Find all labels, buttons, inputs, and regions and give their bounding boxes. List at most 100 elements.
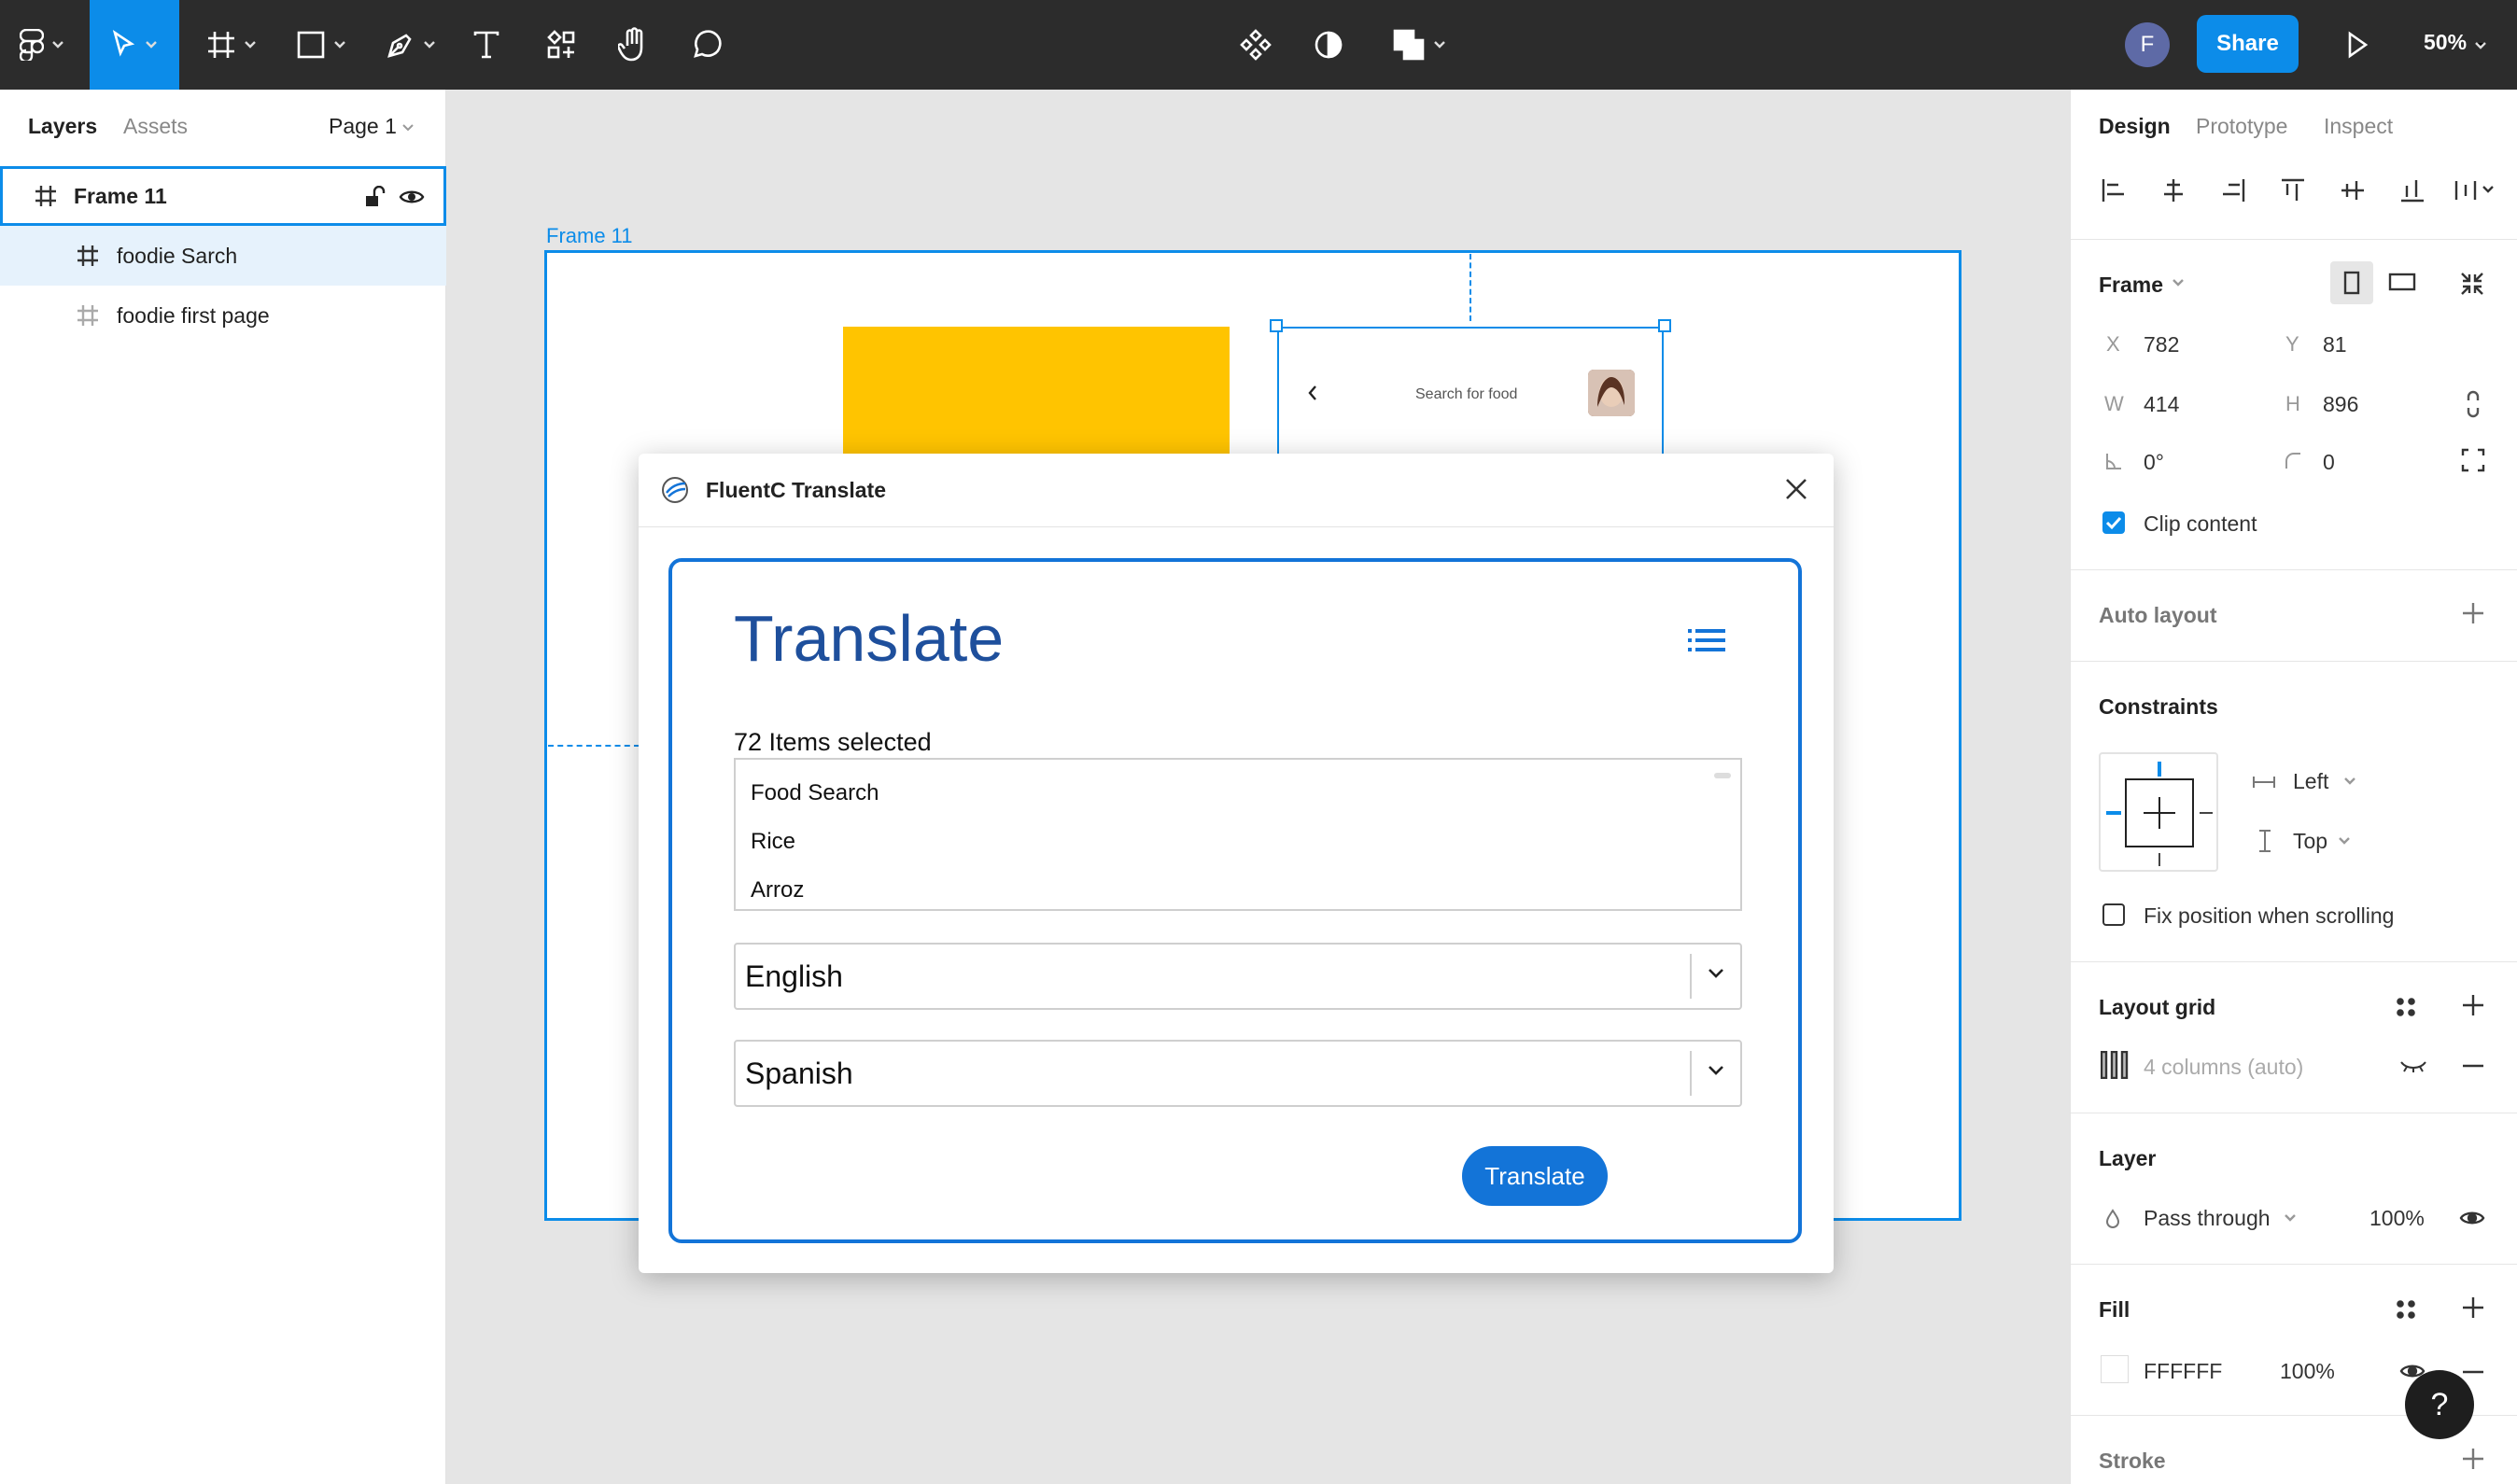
list-item[interactable]: Rice bbox=[751, 829, 795, 855]
main-menu-button[interactable] bbox=[9, 0, 75, 90]
x-input[interactable]: 782 bbox=[2144, 332, 2179, 357]
layer-opacity-input[interactable]: 100% bbox=[2369, 1206, 2425, 1231]
add-icon[interactable] bbox=[2461, 1295, 2485, 1320]
comment-tool-button[interactable] bbox=[682, 0, 732, 90]
resize-to-fit-icon[interactable] bbox=[2459, 271, 2485, 297]
user-avatar[interactable]: F bbox=[2125, 22, 2170, 67]
fill-color-swatch[interactable] bbox=[2101, 1355, 2129, 1383]
eye-icon[interactable] bbox=[399, 186, 425, 208]
add-icon[interactable] bbox=[2461, 993, 2485, 1017]
fill-opacity-input[interactable]: 100% bbox=[2280, 1359, 2335, 1384]
chevron-down-icon[interactable] bbox=[2338, 836, 2351, 846]
vertical-constraint-select[interactable]: Top bbox=[2293, 829, 2327, 854]
component-icon bbox=[1239, 28, 1273, 62]
resources-button[interactable] bbox=[536, 0, 586, 90]
tab-assets[interactable]: Assets bbox=[123, 114, 188, 139]
components-button[interactable] bbox=[1232, 0, 1279, 90]
frame-section-title[interactable]: Frame bbox=[2099, 273, 2163, 298]
align-vertical-center-icon[interactable] bbox=[2340, 177, 2366, 203]
add-icon[interactable] bbox=[2461, 601, 2485, 625]
add-icon[interactable] bbox=[2461, 1447, 2485, 1471]
rotation-input[interactable]: 0° bbox=[2144, 450, 2164, 475]
selected-items-list[interactable]: Food Search Rice Arroz bbox=[734, 758, 1742, 911]
distribute-icon[interactable] bbox=[2454, 177, 2496, 203]
shape-tool-button[interactable] bbox=[284, 0, 359, 90]
text-tool-button[interactable] bbox=[463, 0, 510, 90]
rectangle-icon bbox=[296, 30, 326, 60]
portrait-toggle[interactable] bbox=[2330, 261, 2373, 304]
align-horizontal-center-icon[interactable] bbox=[2160, 177, 2187, 203]
selection-handle[interactable] bbox=[1270, 319, 1283, 332]
clip-content-checkbox[interactable] bbox=[2102, 511, 2125, 534]
corner-radius-input[interactable]: 0 bbox=[2323, 450, 2335, 475]
move-tool-button[interactable] bbox=[90, 0, 179, 90]
present-button[interactable] bbox=[2334, 0, 2381, 90]
columns-grid-icon[interactable] bbox=[2101, 1051, 2129, 1079]
tab-layers[interactable]: Layers bbox=[28, 114, 97, 139]
help-button[interactable]: ? bbox=[2405, 1370, 2474, 1439]
layer-row-foodie-first-page[interactable]: foodie first page bbox=[0, 286, 446, 345]
grid-description[interactable]: 4 columns (auto) bbox=[2144, 1055, 2303, 1080]
landscape-icon[interactable] bbox=[2388, 273, 2416, 291]
chevron-down-icon[interactable] bbox=[401, 123, 415, 133]
grid-styles-icon[interactable] bbox=[2396, 997, 2416, 1017]
blend-mode-select[interactable]: Pass through bbox=[2144, 1206, 2271, 1231]
frame-tool-button[interactable] bbox=[194, 0, 269, 90]
fix-position-checkbox[interactable] bbox=[2102, 903, 2125, 926]
fill-styles-icon[interactable] bbox=[2396, 1299, 2416, 1320]
align-top-icon[interactable] bbox=[2280, 177, 2306, 203]
share-button[interactable]: Share bbox=[2197, 15, 2299, 73]
fluentc-plugin-window: FluentC Translate Translate 72 Items sel… bbox=[639, 454, 1834, 1273]
eye-icon[interactable] bbox=[2459, 1208, 2485, 1228]
portrait-icon bbox=[2343, 271, 2360, 295]
h-input[interactable]: 896 bbox=[2323, 392, 2358, 417]
constraints-widget[interactable] bbox=[2099, 752, 2218, 872]
independent-corners-icon[interactable] bbox=[2461, 448, 2485, 472]
list-scrollbar[interactable] bbox=[1714, 773, 1731, 778]
tab-prototype[interactable]: Prototype bbox=[2196, 114, 2287, 139]
back-chevron-icon[interactable] bbox=[1307, 385, 1318, 401]
close-icon[interactable] bbox=[1783, 476, 1809, 502]
remove-icon[interactable] bbox=[2461, 1064, 2485, 1068]
rotation-icon bbox=[2104, 452, 2123, 470]
header-divider bbox=[639, 526, 1834, 527]
y-input[interactable]: 81 bbox=[2323, 332, 2347, 357]
eye-closed-icon[interactable] bbox=[2399, 1058, 2427, 1073]
layer-row-frame-11[interactable]: Frame 11 bbox=[0, 166, 446, 226]
fill-hex-input[interactable]: FFFFFF bbox=[2144, 1359, 2222, 1384]
constrain-proportions-icon[interactable] bbox=[2465, 390, 2482, 418]
remove-icon[interactable] bbox=[2461, 1370, 2485, 1374]
mask-button[interactable] bbox=[1305, 0, 1352, 90]
translate-button[interactable]: Translate bbox=[1462, 1146, 1608, 1206]
zoom-level[interactable]: 50% bbox=[2424, 30, 2467, 55]
horizontal-constraint-select[interactable]: Left bbox=[2293, 769, 2328, 794]
align-bottom-icon[interactable] bbox=[2399, 177, 2426, 203]
chevron-down-icon[interactable] bbox=[2343, 777, 2356, 786]
tab-design[interactable]: Design bbox=[2099, 114, 2171, 139]
align-left-icon[interactable] bbox=[2101, 177, 2127, 203]
yellow-image-block[interactable] bbox=[843, 327, 1230, 457]
chevron-down-icon[interactable] bbox=[2284, 1213, 2297, 1223]
list-menu-icon[interactable] bbox=[1688, 627, 1725, 653]
source-language-select[interactable]: English bbox=[734, 943, 1742, 1010]
toolbar: F Share 50% bbox=[0, 0, 2517, 90]
list-item[interactable]: Arroz bbox=[751, 877, 804, 903]
stroke-section-title: Stroke bbox=[2099, 1449, 2166, 1473]
chevron-down-icon[interactable] bbox=[2172, 278, 2185, 287]
list-item[interactable]: Food Search bbox=[751, 780, 879, 806]
target-language-select[interactable]: Spanish bbox=[734, 1040, 1742, 1107]
chevron-down-icon bbox=[145, 40, 158, 49]
zoom-chevron-icon[interactable] bbox=[2474, 41, 2487, 50]
selection-handle[interactable] bbox=[1658, 319, 1671, 332]
phone-search-frame[interactable]: Search for food bbox=[1277, 327, 1664, 457]
tab-inspect[interactable]: Inspect bbox=[2324, 114, 2393, 139]
layer-row-foodie-sarch[interactable]: foodie Sarch bbox=[0, 226, 446, 286]
unlock-icon[interactable] bbox=[363, 186, 386, 208]
page-selector[interactable]: Page 1 bbox=[329, 114, 397, 139]
frame-label[interactable]: Frame 11 bbox=[546, 224, 633, 248]
boolean-button[interactable] bbox=[1382, 0, 1456, 90]
hand-tool-button[interactable] bbox=[609, 0, 659, 90]
w-input[interactable]: 414 bbox=[2144, 392, 2179, 417]
pen-tool-button[interactable] bbox=[373, 0, 448, 90]
align-right-icon[interactable] bbox=[2220, 177, 2246, 203]
